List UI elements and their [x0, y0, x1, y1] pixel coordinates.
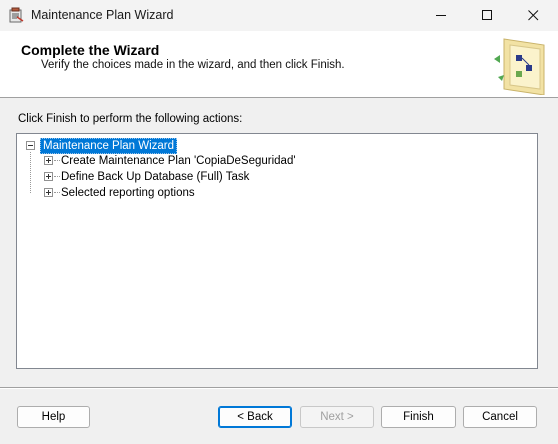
- minimize-button[interactable]: [418, 0, 464, 31]
- tree-root-label[interactable]: Maintenance Plan Wizard: [40, 137, 178, 154]
- tree-item-reporting-options[interactable]: Selected reporting options: [44, 185, 195, 200]
- tree-connector: [54, 176, 60, 177]
- tree-item-backup-task[interactable]: Define Back Up Database (Full) Task: [44, 169, 249, 184]
- collapse-icon[interactable]: [26, 141, 35, 150]
- title-bar: Maintenance Plan Wizard: [0, 0, 558, 31]
- tree-item-label[interactable]: Create Maintenance Plan 'CopiaDeSegurida…: [61, 155, 296, 167]
- window-title: Maintenance Plan Wizard: [31, 8, 174, 22]
- next-button[interactable]: Next >: [300, 406, 374, 428]
- close-icon: [527, 10, 538, 21]
- back-button[interactable]: < Back: [218, 406, 292, 428]
- expand-icon[interactable]: [44, 172, 53, 181]
- instruction-text: Click Finish to perform the following ac…: [18, 113, 243, 125]
- maximize-icon: [481, 10, 492, 20]
- expand-icon[interactable]: [44, 156, 53, 165]
- finish-button[interactable]: Finish: [381, 406, 456, 428]
- maintenance-plan-app-icon: [9, 7, 24, 23]
- help-button[interactable]: Help: [17, 406, 90, 428]
- cancel-button[interactable]: Cancel: [463, 406, 537, 428]
- tree-root-node[interactable]: Maintenance Plan Wizard: [26, 137, 178, 154]
- minimize-icon: [435, 15, 446, 16]
- footer-divider: [0, 387, 558, 389]
- tree-connector: [54, 192, 60, 193]
- wizard-header: Complete the Wizard Verify the choices m…: [0, 31, 558, 98]
- actions-tree[interactable]: Maintenance Plan Wizard Create Maintenan…: [16, 133, 538, 369]
- close-button[interactable]: [510, 0, 556, 31]
- tree-item-label[interactable]: Selected reporting options: [61, 187, 195, 199]
- page-subtitle: Verify the choices made in the wizard, a…: [41, 59, 345, 71]
- expand-icon[interactable]: [44, 188, 53, 197]
- maximize-button[interactable]: [464, 0, 510, 31]
- wizard-banner-icon: [494, 38, 545, 95]
- tree-item-create-plan[interactable]: Create Maintenance Plan 'CopiaDeSegurida…: [44, 153, 296, 168]
- tree-item-label[interactable]: Define Back Up Database (Full) Task: [61, 171, 249, 183]
- page-title: Complete the Wizard: [21, 42, 160, 58]
- tree-connector-line: [30, 152, 31, 193]
- tree-connector: [54, 160, 60, 161]
